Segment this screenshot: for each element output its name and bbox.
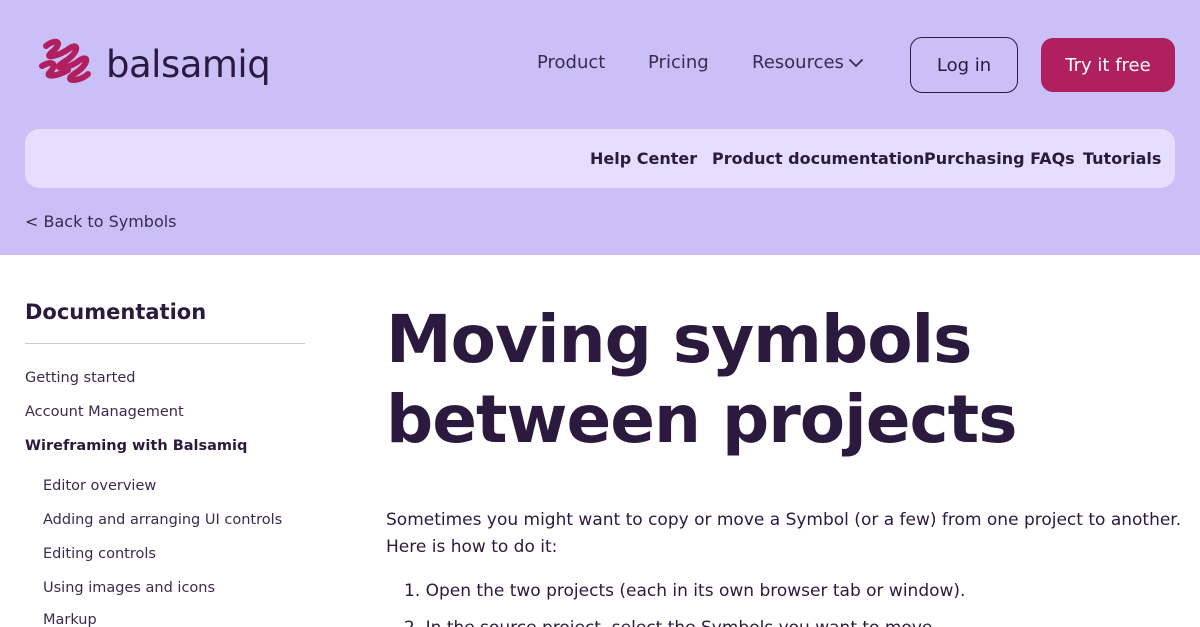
try-free-button[interactable]: Try it free [1041, 38, 1175, 92]
nav-resources[interactable]: Resources [752, 52, 844, 73]
login-button[interactable]: Log in [910, 37, 1018, 93]
sidebar-divider [25, 343, 305, 344]
sidebar-item-images-icons[interactable]: Using images and icons [43, 580, 215, 596]
subnav-product-documentation[interactable]: Product documentation [712, 149, 924, 168]
subnav-purchasing-faqs[interactable]: Purchasing FAQs [924, 149, 1075, 168]
sidebar-title: Documentation [25, 300, 207, 324]
brand-name: balsamiq [106, 42, 271, 86]
sidebar-item-wireframing[interactable]: Wireframing with Balsamiq [25, 438, 247, 454]
chevron-down-icon[interactable] [849, 58, 863, 68]
scribble-logo-icon [39, 38, 91, 83]
step-item: 2. In the source project, select the Sym… [404, 618, 938, 627]
sidebar-item-editor-overview[interactable]: Editor overview [43, 478, 156, 494]
page-title: Moving symbols between projects [386, 301, 1018, 458]
sidebar-item-getting-started[interactable]: Getting started [25, 370, 135, 386]
help-subnav: Help Center Product documentation Purcha… [25, 129, 1175, 188]
subnav-tutorials[interactable]: Tutorials [1083, 149, 1161, 168]
site-header: balsamiq Product Pricing Resources Log i… [0, 0, 1200, 255]
sidebar-item-editing-controls[interactable]: Editing controls [43, 546, 156, 562]
step-item: 1. Open the two projects (each in its ow… [404, 581, 966, 601]
sidebar-item-account-management[interactable]: Account Management [25, 404, 184, 420]
back-to-symbols-link[interactable]: < Back to Symbols [25, 212, 177, 231]
article-intro: Sometimes you might want to copy or move… [386, 510, 1182, 557]
subnav-help-center[interactable]: Help Center [590, 149, 697, 168]
brand-logo[interactable]: balsamiq [38, 36, 271, 92]
sidebar-item-adding-arranging[interactable]: Adding and arranging UI controls [43, 512, 282, 528]
nav-product[interactable]: Product [537, 52, 605, 73]
nav-pricing[interactable]: Pricing [648, 52, 709, 73]
sidebar-item-markup[interactable]: Markup [43, 612, 97, 627]
